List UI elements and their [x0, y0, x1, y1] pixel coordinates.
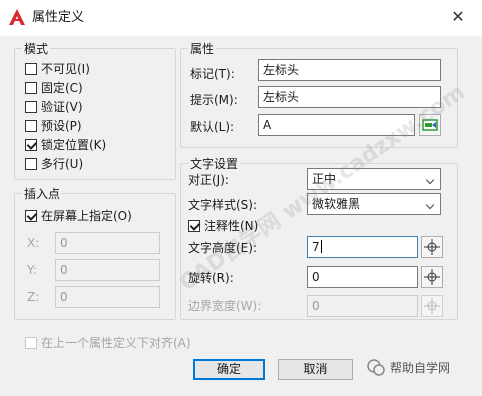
attribute-definition-dialog: 属性定义 ✕ 模式 不可见(I) 固定(C) 验证(V) 预设(P) 锁定位置(…	[0, 0, 482, 396]
y-label: Y:	[27, 263, 37, 277]
default-label: 默认(L):	[190, 120, 235, 134]
pick-rotation-button[interactable]	[421, 266, 443, 288]
boundary-width-label: 边界宽度(W):	[188, 299, 262, 313]
invisible-checkbox[interactable]	[25, 63, 37, 75]
justify-label: 对正(J):	[188, 173, 229, 187]
align-below-checkbox[interactable]	[25, 337, 37, 349]
specify-on-screen-label: 在屏幕上指定(O)	[41, 209, 132, 223]
preset-checkbox[interactable]	[25, 120, 37, 132]
invisible-label: 不可见(I)	[41, 62, 90, 76]
tag-input[interactable]: 左标头	[258, 59, 441, 81]
watermark-badge-text: 帮助自学网	[390, 361, 451, 375]
text-style-label: 文字样式(S):	[188, 198, 258, 212]
mode-group-legend: 模式	[22, 41, 51, 57]
watermark-badge: 帮助自学网	[366, 356, 476, 380]
verify-checkbox[interactable]	[25, 101, 37, 113]
dialog-title: 属性定义	[32, 10, 85, 25]
multiple-lines-checkbox[interactable]	[25, 158, 37, 170]
specify-on-screen-checkbox[interactable]	[25, 210, 37, 222]
lock-position-label: 锁定位置(K)	[41, 138, 107, 152]
text-height-input[interactable]: 7	[307, 236, 418, 258]
z-field[interactable]: 0	[55, 286, 160, 308]
close-icon: ✕	[451, 7, 465, 26]
constant-label: 固定(C)	[41, 81, 83, 95]
lock-position-checkbox[interactable]	[25, 139, 37, 151]
mode-group	[14, 48, 176, 180]
constant-checkbox[interactable]	[25, 82, 37, 94]
rotation-input[interactable]: 0	[307, 266, 418, 288]
verify-label: 验证(V)	[41, 100, 83, 114]
text-height-value: 7	[312, 240, 320, 254]
tag-label: 标记(T):	[190, 67, 235, 81]
cancel-button[interactable]: 取消	[278, 359, 353, 380]
y-field[interactable]: 0	[55, 259, 160, 281]
pick-height-button[interactable]	[421, 236, 443, 258]
pick-boundary-button[interactable]	[421, 295, 443, 317]
z-label: Z:	[27, 290, 40, 304]
close-button[interactable]: ✕	[446, 6, 470, 28]
autocad-logo-icon	[9, 9, 25, 25]
multiple-lines-label: 多行(U)	[41, 157, 84, 171]
align-below-label: 在上一个属性定义下对齐(A)	[41, 336, 191, 350]
text-cursor	[320, 240, 322, 253]
crosshair-icon	[424, 269, 440, 285]
crosshair-icon	[424, 239, 440, 255]
ok-button[interactable]: 确定	[193, 359, 265, 380]
crosshair-icon	[424, 298, 440, 314]
annotative-checkbox[interactable]	[188, 220, 200, 232]
boundary-width-input[interactable]: 0	[307, 295, 418, 317]
text-settings-legend: 文字设置	[188, 156, 241, 172]
attribute-legend: 属性	[188, 41, 217, 57]
wechat-logo-icon	[367, 359, 385, 376]
prompt-label: 提示(M):	[190, 93, 238, 107]
x-field[interactable]: 0	[55, 232, 160, 254]
preset-label: 预设(P)	[41, 119, 82, 133]
title-bar: 属性定义 ✕	[0, 0, 482, 36]
insertion-point-legend: 插入点	[22, 186, 63, 202]
x-label: X:	[27, 236, 40, 250]
